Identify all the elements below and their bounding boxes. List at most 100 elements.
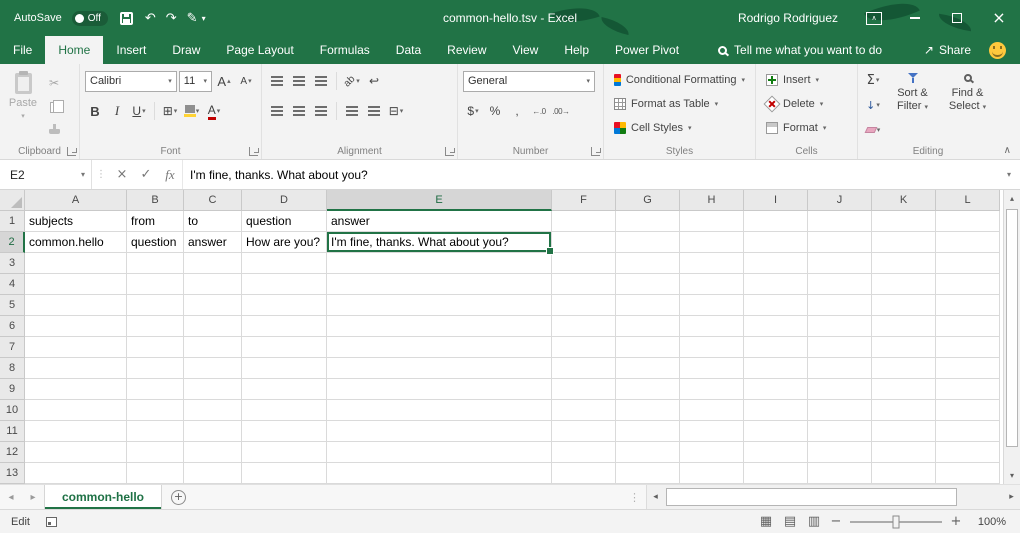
font-size-select[interactable]: 11 ▾	[179, 71, 212, 92]
font-dialog-launcher[interactable]	[249, 147, 258, 156]
cell-D9[interactable]	[242, 379, 327, 400]
cell-D4[interactable]	[242, 274, 327, 295]
cell-I2[interactable]	[744, 232, 808, 253]
cell-L12[interactable]	[936, 442, 1000, 463]
sheet-nav-left-icon[interactable]: ◂	[0, 485, 22, 509]
cell-C4[interactable]	[184, 274, 242, 295]
autosum-button[interactable]: Σ▾	[863, 69, 883, 91]
cell-A11[interactable]	[25, 421, 127, 442]
cell-K1[interactable]	[872, 211, 936, 232]
cell-F8[interactable]	[552, 358, 616, 379]
font-color-button[interactable]: A▾	[204, 100, 224, 122]
redo-icon[interactable]: ↷	[166, 12, 177, 25]
cell-C2[interactable]: answer	[184, 232, 242, 253]
cell-J8[interactable]	[808, 358, 872, 379]
column-header-I[interactable]: I	[744, 190, 808, 211]
cell-K12[interactable]	[872, 442, 936, 463]
cell-A12[interactable]	[25, 442, 127, 463]
align-left-button[interactable]	[267, 100, 287, 122]
row-header-13[interactable]: 13	[0, 463, 25, 484]
cell-D2[interactable]: How are you?	[242, 232, 327, 253]
cell-F5[interactable]	[552, 295, 616, 316]
cell-B7[interactable]	[127, 337, 184, 358]
cell-K3[interactable]	[872, 253, 936, 274]
cell-L4[interactable]	[936, 274, 1000, 295]
ribbon-display-options-icon[interactable]: ∧	[866, 12, 882, 25]
cell-H1[interactable]	[680, 211, 744, 232]
horizontal-scrollbar[interactable]: ◂ ▸	[646, 485, 1020, 509]
alignment-dialog-launcher[interactable]	[445, 147, 454, 156]
orientation-button[interactable]: ab▾	[342, 70, 362, 92]
enter-entry-button[interactable]: ✓	[134, 160, 158, 189]
align-bottom-button[interactable]	[311, 70, 331, 92]
cell-F4[interactable]	[552, 274, 616, 295]
cell-I12[interactable]	[744, 442, 808, 463]
cell-H13[interactable]	[680, 463, 744, 484]
undo-icon[interactable]: ↶	[145, 12, 156, 25]
cell-D11[interactable]	[242, 421, 327, 442]
cell-B9[interactable]	[127, 379, 184, 400]
cell-C3[interactable]	[184, 253, 242, 274]
column-header-K[interactable]: K	[872, 190, 936, 211]
cell-J11[interactable]	[808, 421, 872, 442]
cell-G11[interactable]	[616, 421, 680, 442]
cell-D12[interactable]	[242, 442, 327, 463]
cell-K9[interactable]	[872, 379, 936, 400]
cell-B13[interactable]	[127, 463, 184, 484]
feedback-smiley-icon[interactable]	[989, 42, 1006, 59]
cell-E1[interactable]: answer	[327, 211, 552, 232]
maximize-button[interactable]	[936, 0, 978, 36]
cell-L13[interactable]	[936, 463, 1000, 484]
tab-page-layout[interactable]: Page Layout	[213, 36, 306, 64]
insert-function-button[interactable]: fx	[158, 160, 182, 189]
cell-F2[interactable]	[552, 232, 616, 253]
cell-B11[interactable]	[127, 421, 184, 442]
cell-J12[interactable]	[808, 442, 872, 463]
cell-I5[interactable]	[744, 295, 808, 316]
decrease-font-size-button[interactable]: A▾	[236, 70, 256, 92]
cell-F11[interactable]	[552, 421, 616, 442]
cell-H10[interactable]	[680, 400, 744, 421]
cell-C10[interactable]	[184, 400, 242, 421]
cell-C11[interactable]	[184, 421, 242, 442]
cell-K11[interactable]	[872, 421, 936, 442]
row-header-5[interactable]: 5	[0, 295, 25, 316]
cell-E11[interactable]	[327, 421, 552, 442]
comma-style-button[interactable]: ,	[507, 100, 527, 122]
tab-home[interactable]: Home	[45, 36, 103, 64]
cell-I13[interactable]	[744, 463, 808, 484]
cell-B2[interactable]: question	[127, 232, 184, 253]
cell-F12[interactable]	[552, 442, 616, 463]
cell-I9[interactable]	[744, 379, 808, 400]
cell-E12[interactable]	[327, 442, 552, 463]
cell-G3[interactable]	[616, 253, 680, 274]
cell-H2[interactable]	[680, 232, 744, 253]
tell-me-search[interactable]: Tell me what you want to do	[718, 36, 882, 64]
cell-C6[interactable]	[184, 316, 242, 337]
cell-A13[interactable]	[25, 463, 127, 484]
align-top-button[interactable]	[267, 70, 287, 92]
cell-E4[interactable]	[327, 274, 552, 295]
macro-record-icon[interactable]	[46, 517, 57, 527]
paste-button[interactable]: Paste ▾	[5, 69, 41, 141]
view-page-break-button[interactable]: ▥	[802, 514, 826, 529]
tab-data[interactable]: Data	[383, 36, 434, 64]
row-header-10[interactable]: 10	[0, 400, 25, 421]
view-normal-button[interactable]: ▦	[754, 514, 778, 529]
cell-L5[interactable]	[936, 295, 1000, 316]
cell-A8[interactable]	[25, 358, 127, 379]
cell-J2[interactable]	[808, 232, 872, 253]
merge-center-button[interactable]: ⊟▾	[386, 100, 406, 122]
zoom-slider[interactable]	[850, 521, 942, 523]
cell-F1[interactable]	[552, 211, 616, 232]
align-right-button[interactable]	[311, 100, 331, 122]
number-format-select[interactable]: General ▾	[463, 71, 595, 92]
format-as-table-button[interactable]: Format as Table ▾	[609, 93, 750, 115]
format-cells-button[interactable]: Format ▾	[761, 117, 852, 139]
cell-E9[interactable]	[327, 379, 552, 400]
cell-J7[interactable]	[808, 337, 872, 358]
cell-G10[interactable]	[616, 400, 680, 421]
cell-G6[interactable]	[616, 316, 680, 337]
conditional-formatting-button[interactable]: Conditional Formatting ▾	[609, 69, 750, 91]
cell-C9[interactable]	[184, 379, 242, 400]
